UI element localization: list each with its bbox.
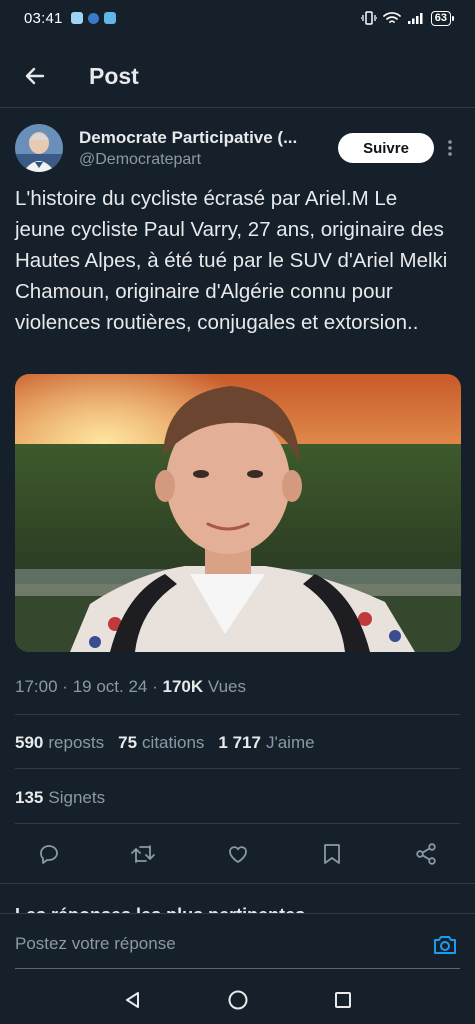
- status-time: 03:41: [24, 9, 63, 27]
- views-label: Vues: [207, 677, 246, 696]
- like-icon: [228, 846, 247, 863]
- square-recents-icon: [334, 991, 351, 1008]
- camera-icon: [434, 936, 456, 954]
- repost-button[interactable]: [129, 840, 157, 868]
- share-button[interactable]: [412, 840, 440, 868]
- bookmark-stats: 135 Signets: [15, 788, 105, 808]
- app-notification-icon: [103, 12, 116, 24]
- divider: [15, 714, 460, 715]
- avatar[interactable]: [15, 124, 63, 172]
- like-button[interactable]: [224, 840, 252, 868]
- reply-button[interactable]: [35, 840, 63, 868]
- top-app-bar: Post: [0, 52, 475, 100]
- quotes-stat[interactable]: 75 citations: [118, 733, 204, 753]
- engagement-stats: 590 reposts 75 citations 1 717 J'aime: [15, 733, 315, 753]
- likes-stat[interactable]: 1 717 J'aime: [218, 733, 314, 753]
- likes-count: 1 717: [218, 733, 261, 752]
- author-handle[interactable]: @Democratepart: [79, 151, 330, 169]
- tweet-meta: 17:00 · 19 oct. 24 · 170K Vues: [15, 677, 246, 697]
- avatar-image: [15, 124, 63, 172]
- quotes-label: citations: [142, 733, 205, 752]
- nav-back-button[interactable]: [121, 988, 145, 1012]
- more-vertical-icon: [448, 140, 452, 156]
- triangle-back-icon: [125, 991, 139, 1008]
- likes-label: J'aime: [265, 733, 315, 752]
- tweet-actions: [15, 836, 460, 872]
- share-icon: [416, 843, 436, 865]
- meta-separator: ·: [152, 677, 158, 696]
- bookmarks-stat[interactable]: 135 Signets: [15, 788, 105, 808]
- quotes-count: 75: [118, 733, 138, 752]
- replies-sort-heading[interactable]: Les réponses les plus pertinentes ⌄: [15, 900, 325, 914]
- author-name[interactable]: Democrate Participative (...: [79, 128, 319, 148]
- nav-recents-button[interactable]: [331, 988, 355, 1012]
- tweet-time: 17:00: [15, 677, 58, 696]
- divider: [15, 768, 460, 769]
- more-options-button[interactable]: [440, 133, 460, 163]
- tweet-date: 19 oct. 24: [72, 677, 148, 696]
- divider: [15, 823, 460, 824]
- arrow-left-icon: [25, 67, 45, 85]
- back-button[interactable]: [15, 56, 55, 96]
- tweet-text: L'histoire du cycliste écrasé par Ariel.…: [15, 187, 448, 334]
- tweet-author: Democrate Participative (... @Democratep…: [15, 122, 460, 174]
- reply-composer: Postez votre réponse: [0, 913, 475, 975]
- battery-indicator: 63: [430, 10, 455, 26]
- status-bar: 03:41 63: [0, 0, 475, 36]
- bookmark-icon: [323, 844, 340, 864]
- bookmark-button[interactable]: [318, 840, 346, 868]
- reposts-stat[interactable]: 590 reposts: [15, 733, 104, 753]
- bookmarks-count: 135: [15, 788, 44, 807]
- follow-button[interactable]: Suivre: [338, 133, 434, 163]
- notification-icons: [70, 12, 116, 24]
- repost-icon: [131, 845, 156, 863]
- meta-separator: ·: [62, 677, 68, 696]
- reply-input[interactable]: Postez votre réponse: [15, 934, 176, 954]
- tweet-photo[interactable]: [15, 374, 461, 652]
- wifi-icon: [382, 12, 401, 23]
- input-underline: [15, 968, 460, 969]
- post-screen: 03:41 63 Post Democrate Participative (.…: [0, 0, 475, 1024]
- author-info[interactable]: Democrate Participative (... @Democratep…: [79, 128, 330, 169]
- bookmarks-label: Signets: [48, 788, 106, 807]
- system-nav-bar: [0, 975, 475, 1024]
- app-notification-icon: [70, 12, 83, 24]
- signal-icon: [407, 13, 423, 24]
- portrait-photo-image: [15, 374, 461, 652]
- status-right: 63: [360, 10, 455, 26]
- circle-home-icon: [228, 990, 247, 1009]
- app-notification-icon: [87, 12, 99, 24]
- camera-button[interactable]: [432, 932, 458, 958]
- vibrate-icon: [360, 11, 377, 25]
- nav-home-button[interactable]: [226, 988, 250, 1012]
- divider: [0, 883, 475, 884]
- reposts-label: reposts: [48, 733, 105, 752]
- reply-icon: [40, 845, 58, 864]
- header-divider: [0, 107, 475, 108]
- reposts-count: 590: [15, 733, 44, 752]
- page-title: Post: [89, 62, 139, 89]
- views-count[interactable]: 170K: [163, 677, 204, 696]
